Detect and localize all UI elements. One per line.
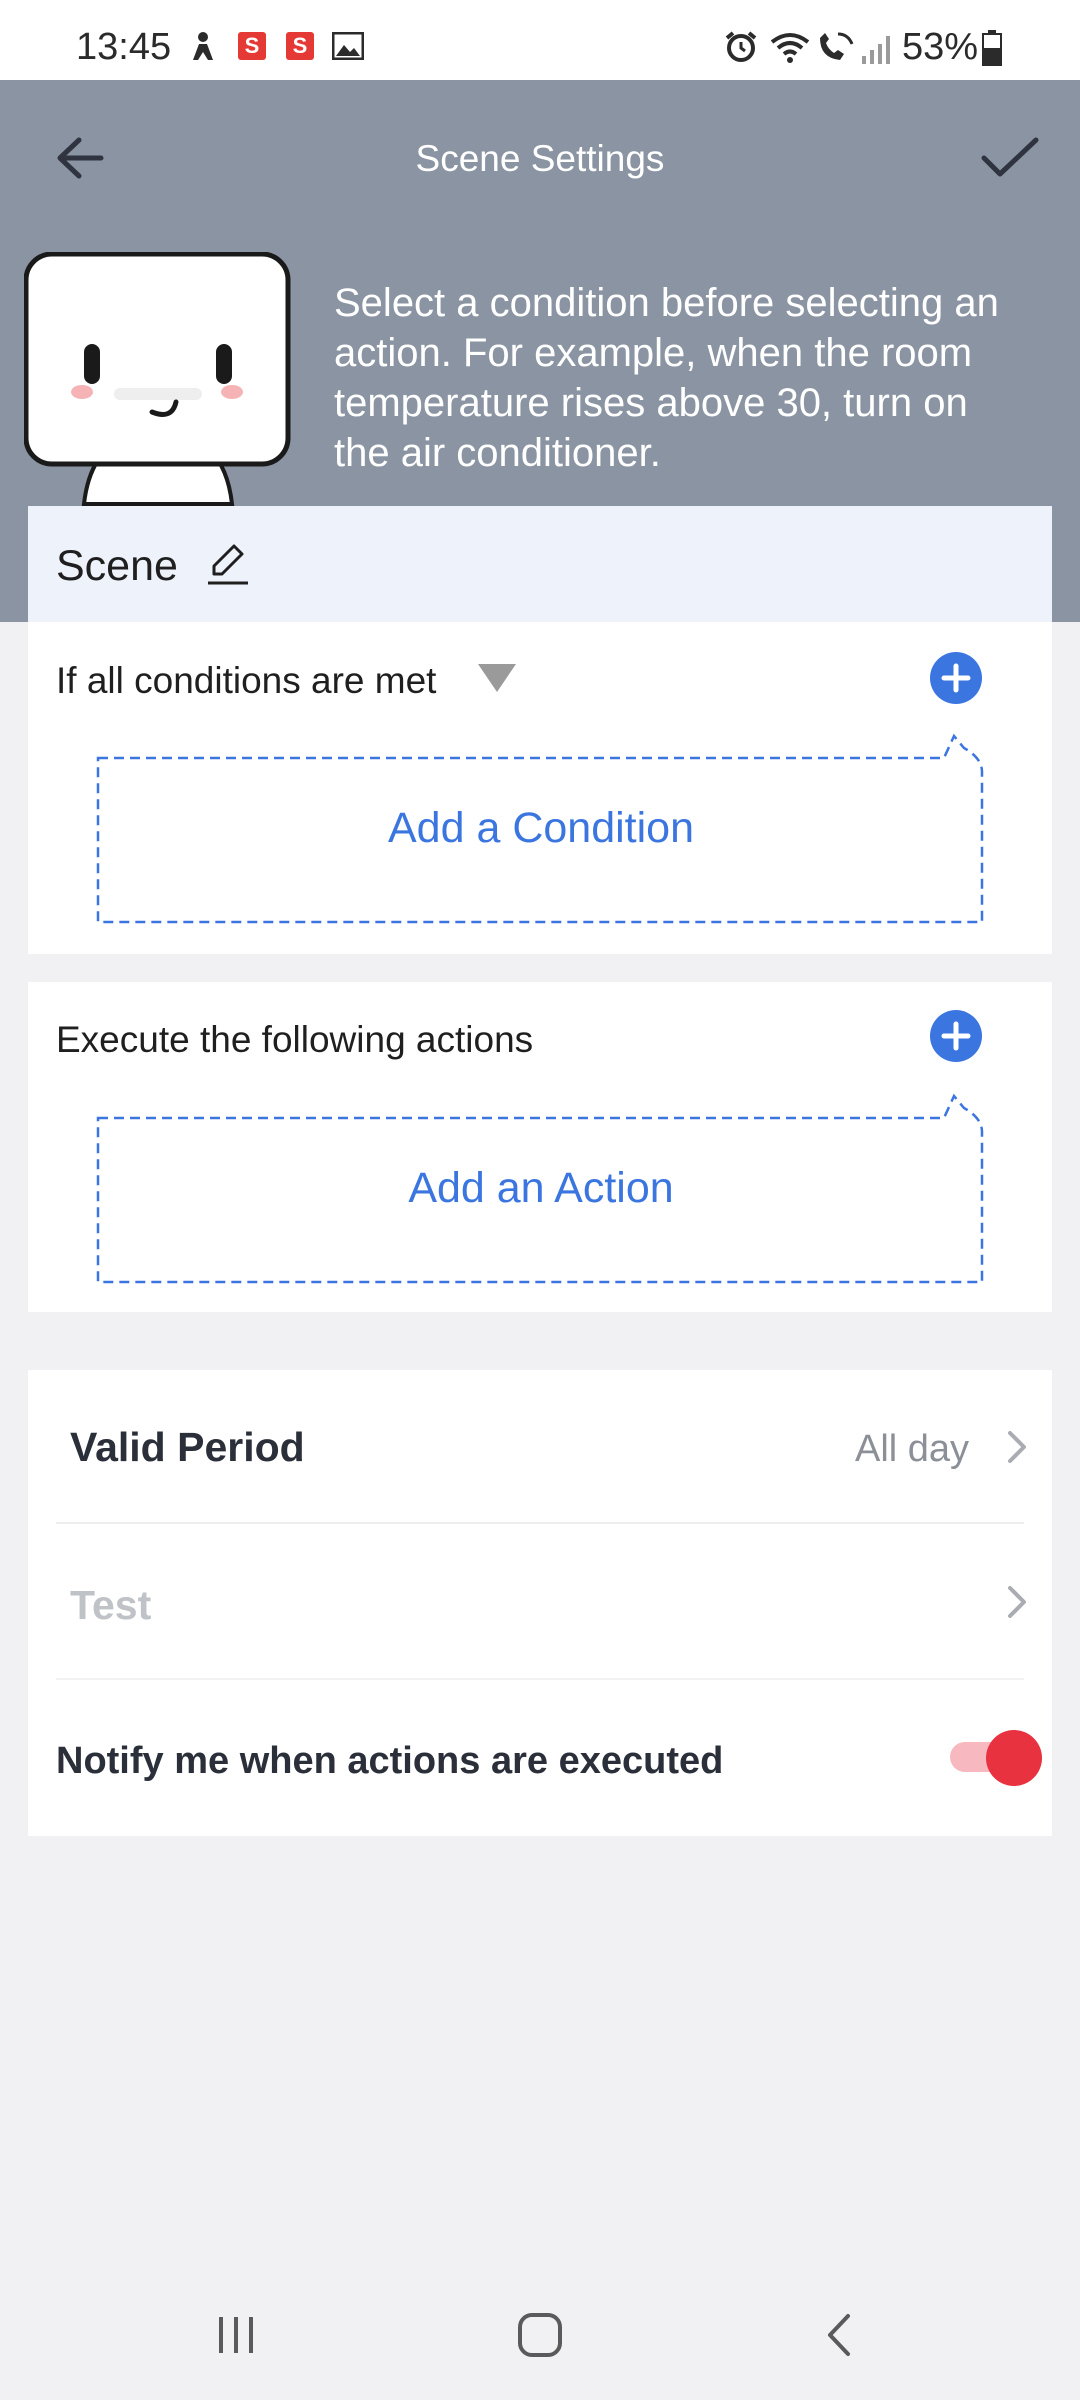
- test-label: Test: [70, 1582, 152, 1628]
- confirm-button[interactable]: [970, 122, 1050, 194]
- person-icon: [188, 30, 218, 62]
- page-title: Scene Settings: [415, 138, 665, 179]
- alarm-icon: [724, 30, 758, 64]
- add-condition-plus-button[interactable]: [930, 652, 982, 704]
- add-action-plus-button[interactable]: [930, 1010, 982, 1062]
- s-app-icon: S: [286, 32, 314, 60]
- battery-icon: [982, 30, 1002, 66]
- checkmark-icon: [981, 137, 1039, 177]
- toggle-knob[interactable]: [986, 1730, 1042, 1786]
- home-button[interactable]: [500, 2300, 580, 2370]
- wifi-icon: [770, 30, 810, 64]
- recent-apps-icon: [219, 2317, 253, 2353]
- chevron-right-icon: [1002, 1425, 1032, 1469]
- add-condition-box[interactable]: Add a Condition: [96, 728, 986, 926]
- wifi-calling-icon: [816, 30, 856, 64]
- signal-icon: [860, 34, 894, 64]
- test-row[interactable]: [28, 1524, 1052, 1680]
- home-icon: [518, 2313, 562, 2357]
- chevron-right-icon: [1002, 1580, 1032, 1624]
- scene-name-bar: [28, 506, 1052, 622]
- condition-title: If all conditions are met: [56, 660, 437, 701]
- notify-label: Notify me when actions are executed: [56, 1740, 724, 1782]
- add-action-box[interactable]: Add an Action: [96, 1088, 986, 1286]
- add-condition-label: Add a Condition: [388, 804, 694, 852]
- recent-apps-button[interactable]: [196, 2300, 276, 2370]
- valid-period-label: Valid Period: [70, 1424, 305, 1470]
- action-title: Execute the following actions: [56, 1019, 534, 1060]
- image-icon: [331, 31, 365, 61]
- mascot-illustration: [23, 251, 292, 507]
- add-action-label: Add an Action: [408, 1164, 674, 1212]
- scene-name: Scene: [56, 542, 178, 590]
- divider: [56, 1678, 1024, 1680]
- pencil-icon[interactable]: [206, 540, 250, 586]
- plus-icon: [941, 663, 971, 693]
- hint-text: Select a condition before selecting an a…: [334, 281, 999, 475]
- back-icon: [828, 2314, 850, 2356]
- nav-back-button[interactable]: [800, 2300, 880, 2370]
- condition-dropdown-icon[interactable]: [478, 664, 516, 692]
- plus-icon: [941, 1021, 971, 1051]
- s-app-icon: S: [238, 32, 266, 60]
- status-time: 13:45: [76, 26, 172, 68]
- battery-percent: 53%: [902, 26, 979, 68]
- valid-period-value: All day: [855, 1428, 970, 1470]
